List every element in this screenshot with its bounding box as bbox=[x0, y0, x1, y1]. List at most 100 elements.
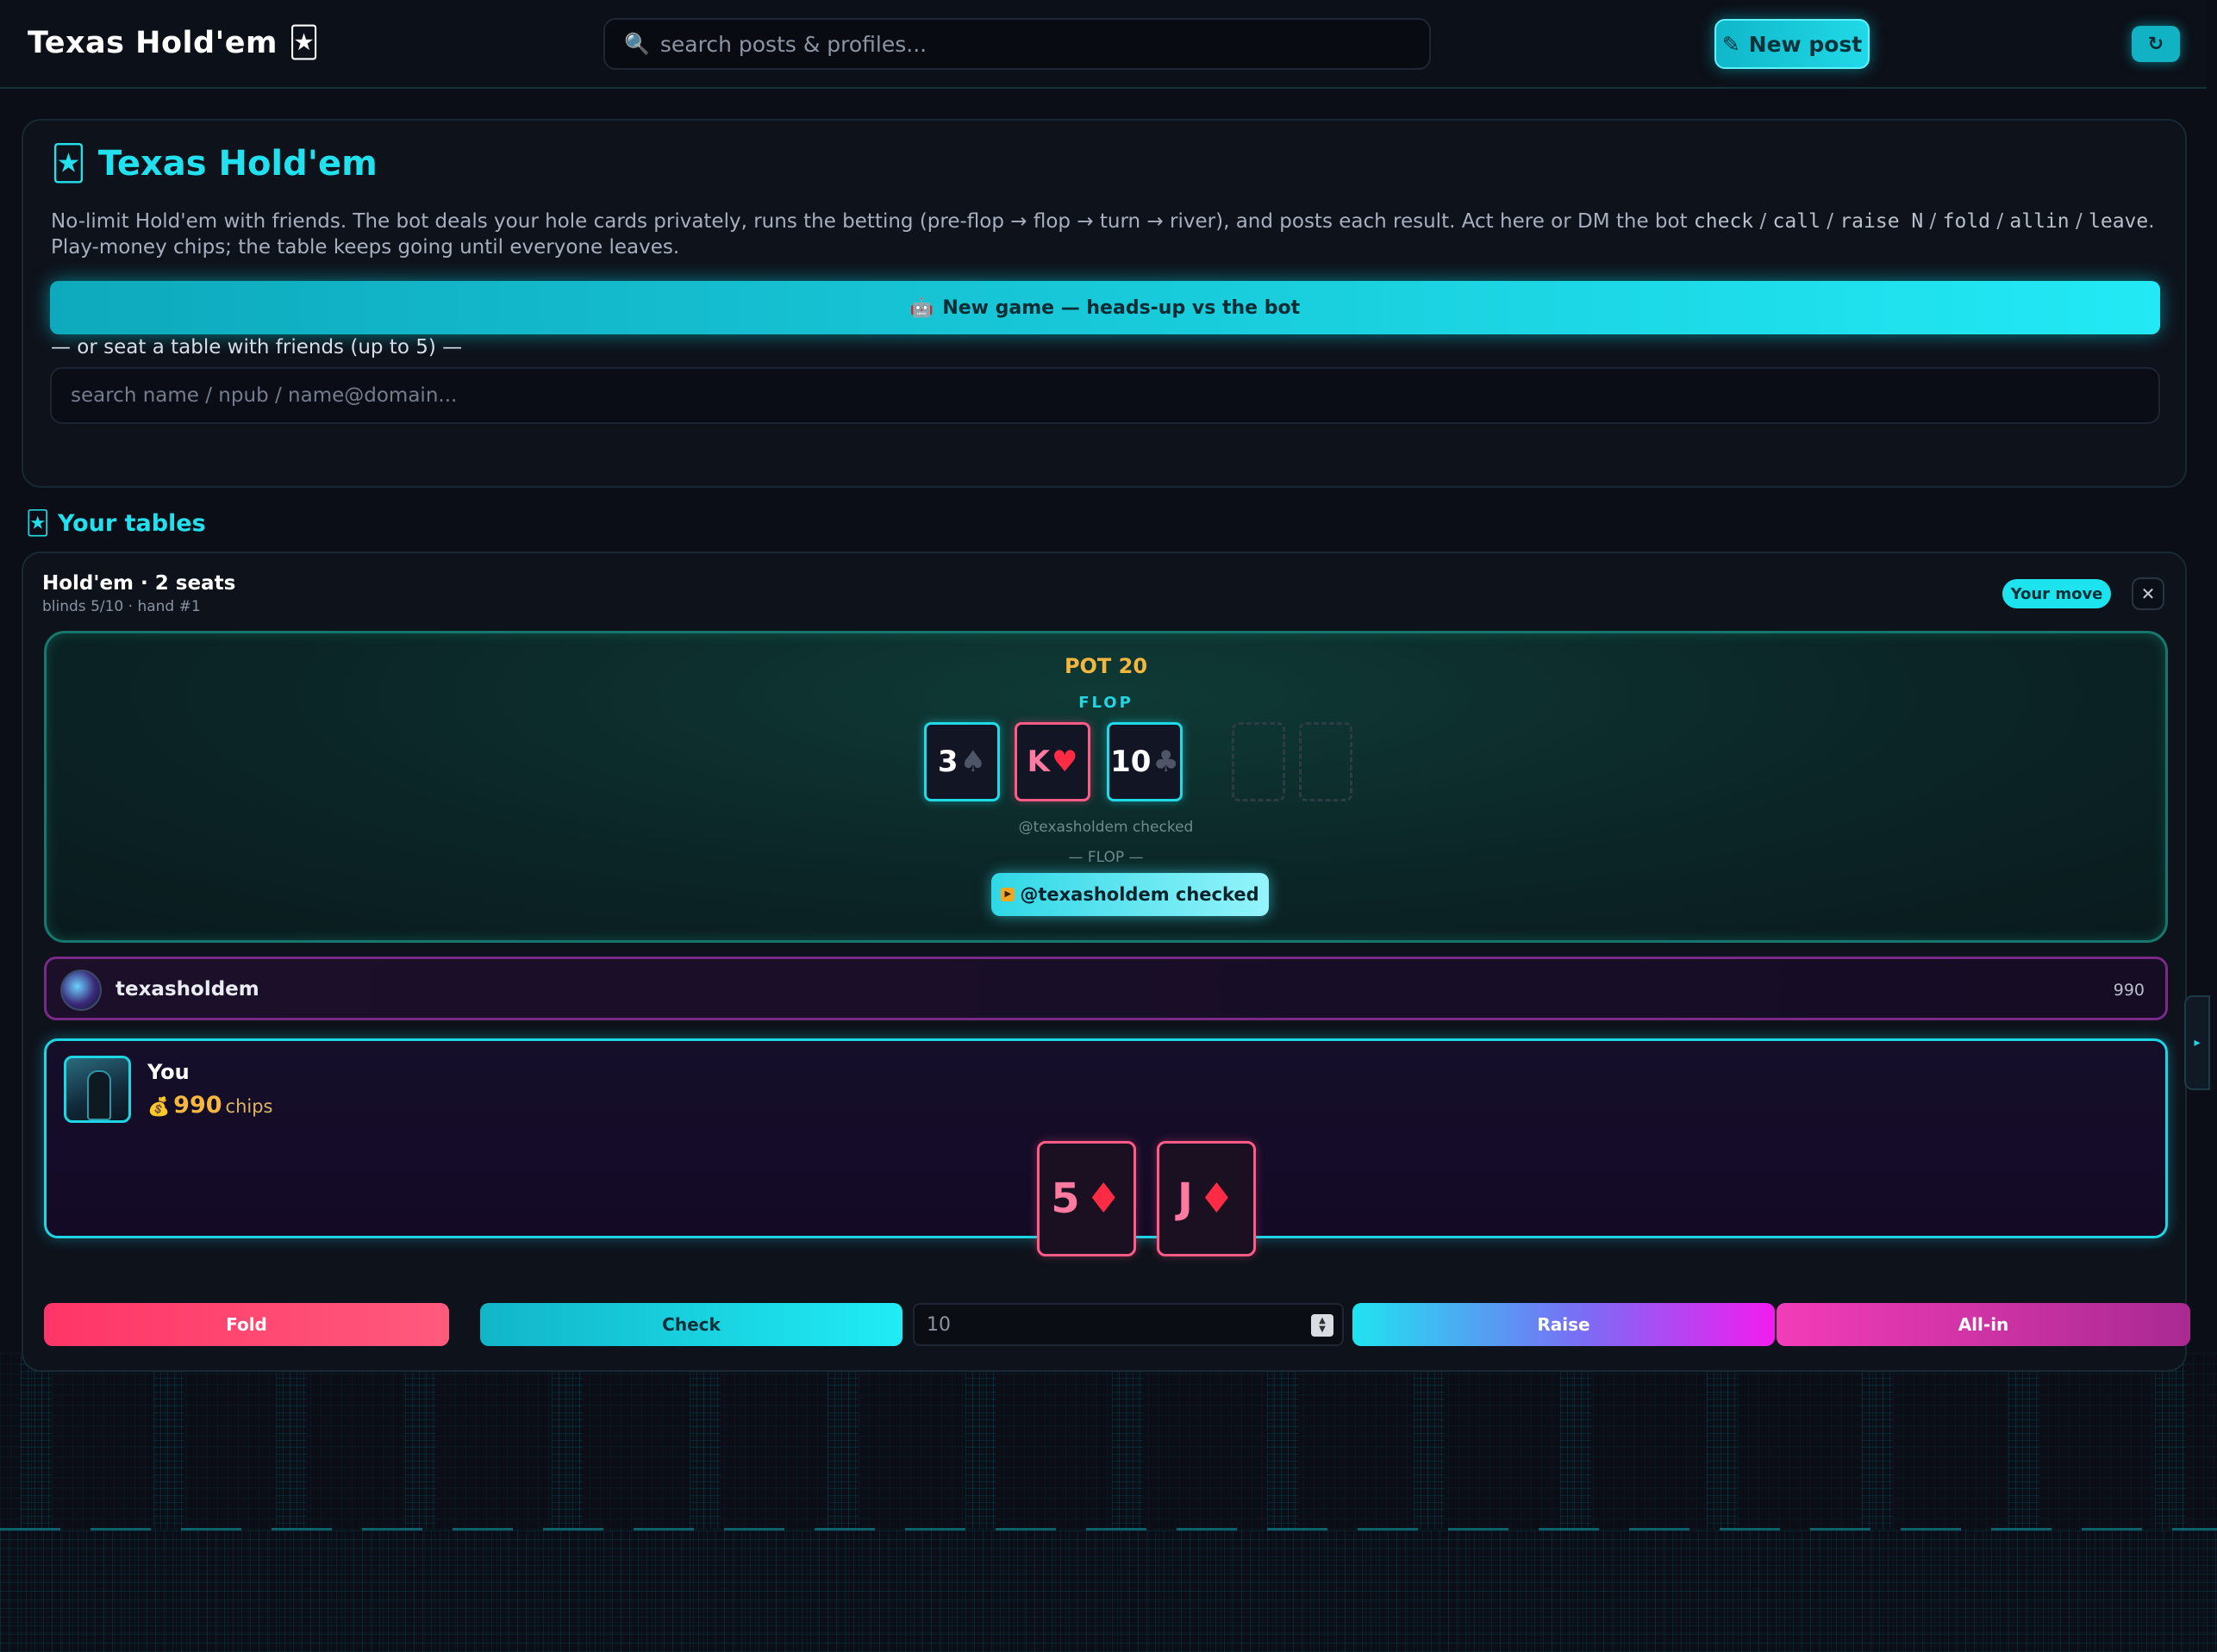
avatar bbox=[64, 1056, 131, 1123]
desc-separator: / bbox=[1820, 210, 1840, 233]
card-rank: 10 bbox=[1110, 745, 1152, 779]
background-column bbox=[1267, 1357, 1298, 1530]
search-icon: 🔍 bbox=[624, 32, 650, 56]
diamond-icon: ♦ bbox=[1197, 1175, 1235, 1223]
play-icon: ▶ bbox=[1001, 888, 1015, 901]
hole-card: J ♦ bbox=[1157, 1141, 1256, 1256]
new-game-label: New game — heads-up vs the bot bbox=[942, 296, 1301, 319]
desc-separator: / bbox=[2069, 210, 2089, 233]
desc-separator: / bbox=[1990, 210, 2010, 233]
heart-icon: ♥ bbox=[1051, 745, 1078, 779]
top-bar: Texas Hold'em 🃏 🔍 search posts & profile… bbox=[0, 0, 2207, 89]
new-post-label: New post bbox=[1748, 31, 1863, 57]
player-chips: 💰 990 chips bbox=[147, 1092, 273, 1119]
game-description: No-limit Hold'em with friends. The bot d… bbox=[51, 209, 2163, 260]
page-title: 🃏 Texas Hold'em bbox=[51, 144, 378, 184]
side-panel-toggle[interactable]: ▸ bbox=[2184, 995, 2210, 1090]
opponent-name: texasholdem bbox=[116, 978, 259, 1001]
close-icon: ✕ bbox=[2140, 583, 2156, 604]
background-column bbox=[965, 1357, 996, 1530]
card-rank: K bbox=[1027, 745, 1050, 779]
background-column bbox=[1862, 1357, 1893, 1530]
diamond-icon: ♦ bbox=[1084, 1175, 1122, 1223]
player-name: You bbox=[147, 1060, 190, 1084]
avatar bbox=[60, 969, 102, 1011]
desc-separator: / bbox=[1753, 210, 1773, 233]
action-log-line: @texasholdem checked bbox=[1018, 819, 1194, 836]
game-intro-card: 🃏 Texas Hold'em No-limit Hold'em with fr… bbox=[22, 119, 2187, 488]
raise-amount-value: 10 bbox=[927, 1313, 951, 1336]
search-input[interactable]: 🔍 search posts & profiles... bbox=[603, 18, 1431, 70]
seat-friends-label: — or seat a table with friends (up to 5)… bbox=[51, 336, 463, 358]
poker-felt: POT 20 FLOP 3 ♠ K ♥ 10 ♣ @texasholdem check… bbox=[44, 631, 2168, 943]
card-rank: 5 bbox=[1051, 1175, 1080, 1223]
background-column bbox=[690, 1357, 721, 1530]
background-column bbox=[827, 1357, 859, 1530]
background-column bbox=[1560, 1357, 1591, 1530]
robot-icon: 🤖 bbox=[909, 296, 934, 319]
fold-button[interactable]: Fold bbox=[44, 1303, 449, 1346]
board-card: K ♥ bbox=[1015, 722, 1090, 801]
your-move-badge: Your move bbox=[2002, 579, 2111, 608]
latest-action-text: @texasholdem checked bbox=[1020, 884, 1259, 905]
background-column bbox=[1112, 1357, 1143, 1530]
cmd-raise: raise N bbox=[1839, 210, 1924, 233]
raise-button[interactable]: Raise bbox=[1352, 1303, 1775, 1346]
opponent-chips: 990 bbox=[2113, 981, 2145, 1000]
desc-separator: / bbox=[1923, 210, 1943, 233]
cmd-check: check bbox=[1693, 210, 1754, 233]
board-card: 3 ♠ bbox=[924, 722, 1000, 801]
empty-card-slot bbox=[1232, 722, 1285, 801]
cmd-call: call bbox=[1772, 210, 1820, 233]
all-in-button[interactable]: All-in bbox=[1777, 1303, 2190, 1346]
background-column bbox=[21, 1357, 52, 1530]
cmd-leave: leave bbox=[2089, 210, 2149, 233]
refresh-button[interactable]: ↻ bbox=[2132, 26, 2180, 62]
background-column bbox=[2155, 1357, 2186, 1530]
background-column bbox=[276, 1357, 307, 1530]
background-column bbox=[1414, 1357, 1445, 1530]
background-column bbox=[2008, 1357, 2039, 1530]
empty-card-slot bbox=[1299, 722, 1352, 801]
player-seat: You 💰 990 chips 5 ♦ J ♦ bbox=[44, 1038, 2168, 1256]
new-game-button[interactable]: 🤖 New game — heads-up vs the bot bbox=[50, 281, 2160, 334]
card-rank: 3 bbox=[937, 745, 959, 779]
background-column bbox=[405, 1357, 436, 1530]
background-floor bbox=[0, 1530, 2217, 1652]
background-column bbox=[552, 1357, 583, 1530]
action-log-separator: — FLOP — bbox=[1068, 849, 1144, 866]
cmd-fold: fold bbox=[1942, 210, 1991, 233]
action-bar: Fold Check 10 ▲ ▼ Raise All-in bbox=[44, 1303, 2190, 1346]
raise-amount-input[interactable]: 10 ▲ ▼ bbox=[913, 1303, 1344, 1346]
pot-amount: POT 20 bbox=[1064, 654, 1148, 678]
friend-search-input[interactable]: search name / npub / name@domain... bbox=[50, 367, 2160, 424]
table-title: Hold'em · 2 seats bbox=[42, 572, 236, 595]
street-label: FLOP bbox=[1078, 694, 1133, 712]
app-title[interactable]: Texas Hold'em 🃏 bbox=[28, 26, 320, 60]
latest-action-chip: ▶ @texasholdem checked bbox=[991, 873, 1269, 916]
your-tables-heading: 🃏 Your tables bbox=[26, 510, 206, 537]
avatar-figure bbox=[87, 1070, 111, 1120]
search-placeholder: search posts & profiles... bbox=[659, 31, 927, 57]
card-rank: J bbox=[1177, 1175, 1193, 1223]
club-icon: ♣ bbox=[1152, 745, 1179, 779]
new-post-button[interactable]: ✎ New post bbox=[1714, 19, 1870, 69]
background-column bbox=[153, 1357, 184, 1530]
background-column bbox=[1707, 1357, 1738, 1530]
friend-search-placeholder: search name / npub / name@domain... bbox=[71, 384, 458, 407]
opponent-seat: texasholdem 990 bbox=[44, 957, 2168, 1020]
money-bag-icon: 💰 bbox=[147, 1096, 171, 1117]
table-card: Hold'em · 2 seats blinds 5/10 · hand #1 … bbox=[22, 552, 2190, 1372]
hole-card: 5 ♦ bbox=[1037, 1141, 1136, 1256]
pencil-icon: ✎ bbox=[1721, 31, 1740, 57]
chips-label: chips bbox=[225, 1096, 273, 1117]
stepper-arrows-icon[interactable]: ▲ ▼ bbox=[1311, 1314, 1333, 1337]
chevron-right-icon: ▸ bbox=[2194, 1036, 2201, 1050]
cmd-allin: allin bbox=[2009, 210, 2070, 233]
check-button[interactable]: Check bbox=[480, 1303, 902, 1346]
spade-icon: ♠ bbox=[959, 745, 987, 779]
table-subtitle: blinds 5/10 · hand #1 bbox=[42, 598, 201, 615]
desc-text: No-limit Hold'em with friends. The bot d… bbox=[51, 210, 1694, 233]
refresh-icon: ↻ bbox=[2147, 33, 2164, 55]
close-table-button[interactable]: ✕ bbox=[2132, 577, 2164, 610]
